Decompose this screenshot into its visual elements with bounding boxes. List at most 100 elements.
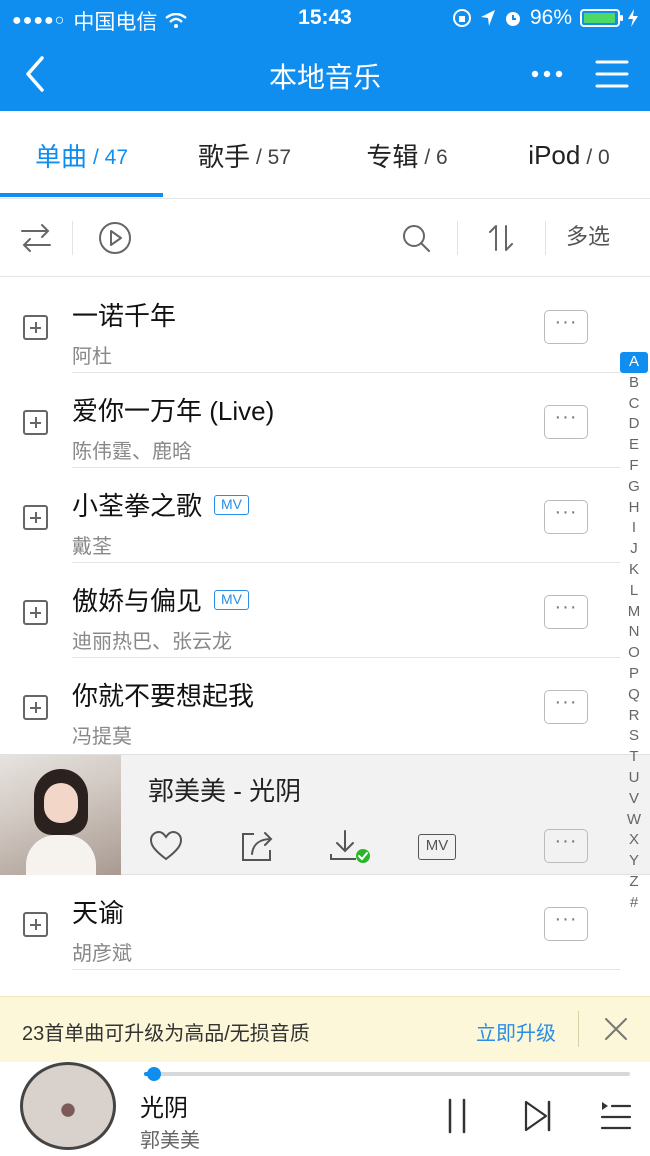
index-letter[interactable]: G — [620, 477, 648, 498]
tab-active-indicator — [0, 193, 163, 197]
download-icon[interactable] — [328, 828, 372, 864]
status-carrier-group: ●●●●○ 中国电信 — [12, 6, 188, 36]
add-icon[interactable] — [23, 410, 48, 435]
tab-singles[interactable]: 单曲/ 47 — [0, 111, 163, 199]
player-album-disc[interactable] — [20, 1062, 116, 1150]
row-divider — [72, 969, 620, 970]
search-icon[interactable] — [396, 218, 436, 258]
song-title-text: 一诺千年 — [72, 301, 177, 331]
index-letter[interactable]: J — [620, 539, 648, 560]
progress-bar[interactable] — [144, 1072, 630, 1076]
category-tabs: 单曲/ 47 歌手/ 57 专辑/ 6 iPod/ 0 — [0, 111, 650, 199]
toolbar-divider — [72, 221, 73, 255]
pause-icon[interactable] — [440, 1096, 476, 1136]
song-row[interactable]: 傲娇与偏见 MV 迪丽热巴、张云龙 ··· — [0, 563, 650, 658]
song-row[interactable]: 爱你一万年 (Live) 陈伟霆、鹿晗 ··· — [0, 373, 650, 468]
index-letter[interactable]: M — [620, 602, 648, 623]
sort-icon[interactable] — [482, 218, 522, 258]
index-letter[interactable]: P — [620, 664, 648, 685]
song-title: 爱你一万年 (Live) — [72, 391, 274, 428]
song-title: 你就不要想起我 — [72, 676, 254, 713]
song-row[interactable]: 你就不要想起我 冯提莫 ··· — [0, 658, 650, 753]
index-letter[interactable]: H — [620, 498, 648, 519]
index-letter[interactable]: Z — [620, 872, 648, 893]
close-icon[interactable] — [600, 1013, 632, 1045]
song-title: 小荃拳之歌 MV — [72, 486, 250, 523]
song-artist: 戴荃 — [72, 536, 112, 558]
tab-albums[interactable]: 专辑/ 6 — [326, 111, 488, 199]
tab-label: 歌手 — [197, 141, 250, 172]
index-letter[interactable]: I — [620, 518, 648, 539]
tab-artists[interactable]: 歌手/ 57 — [163, 111, 326, 199]
index-letter[interactable]: D — [620, 414, 648, 435]
index-letter[interactable]: A — [620, 352, 648, 373]
song-more-button[interactable]: ··· — [544, 907, 588, 941]
add-icon[interactable] — [23, 695, 48, 720]
index-letter[interactable]: N — [620, 622, 648, 643]
song-title-text: 你就不要想起我 — [72, 681, 255, 711]
status-bar: ●●●●○ 中国电信 15:43 96% — [0, 0, 650, 36]
mv-badge[interactable]: MV — [214, 589, 250, 610]
share-icon[interactable] — [240, 828, 276, 864]
song-artist: 冯提莫 — [72, 726, 132, 748]
mini-player[interactable]: 光阴 郭美美 — [0, 1062, 650, 1156]
menu-icon[interactable] — [594, 54, 630, 94]
heart-icon[interactable] — [148, 828, 184, 864]
index-letter[interactable]: L — [620, 581, 648, 602]
toolbar-divider — [545, 221, 546, 255]
index-letter[interactable]: S — [620, 726, 648, 747]
next-icon[interactable] — [520, 1096, 556, 1136]
song-row[interactable]: 一诺千年 阿杜 ··· — [0, 278, 650, 373]
index-letter[interactable]: # — [620, 893, 648, 914]
battery-icon — [580, 9, 623, 27]
song-more-button[interactable]: ··· — [544, 595, 588, 629]
now-playing-row[interactable]: 郭美美 - 光阴 MV ··· — [0, 754, 650, 875]
index-letter[interactable]: E — [620, 435, 648, 456]
index-letter[interactable]: Q — [620, 685, 648, 706]
tab-count: / 47 — [92, 146, 129, 169]
index-letter[interactable]: B — [620, 373, 648, 394]
index-letter[interactable]: C — [620, 394, 648, 415]
mv-badge[interactable]: MV — [214, 494, 250, 515]
more-icon[interactable] — [528, 54, 566, 94]
index-letter[interactable]: R — [620, 706, 648, 727]
index-letter[interactable]: W — [620, 810, 648, 831]
cover-figure-body — [26, 835, 96, 875]
progress-knob[interactable] — [146, 1067, 161, 1081]
back-icon[interactable] — [18, 54, 54, 94]
play-circle-icon[interactable] — [95, 218, 135, 258]
player-song-title: 光阴 — [140, 1095, 188, 1122]
index-letter[interactable]: U — [620, 768, 648, 789]
song-more-button[interactable]: ··· — [544, 405, 588, 439]
tab-ipod[interactable]: iPod/ 0 — [488, 111, 650, 199]
add-icon[interactable] — [23, 315, 48, 340]
song-more-button[interactable]: ··· — [544, 310, 588, 344]
multi-select-button[interactable]: 多选 — [566, 219, 610, 251]
song-row[interactable]: 小荃拳之歌 MV 戴荃 ··· — [0, 468, 650, 563]
now-playing-more-button[interactable]: ··· — [544, 829, 588, 863]
index-letter[interactable]: T — [620, 747, 648, 768]
index-letter[interactable]: V — [620, 789, 648, 810]
index-letter[interactable]: O — [620, 643, 648, 664]
upgrade-now-link[interactable]: 立即升级 — [476, 1017, 556, 1046]
add-icon[interactable] — [23, 505, 48, 530]
index-letter[interactable]: F — [620, 456, 648, 477]
shuffle-icon[interactable] — [16, 218, 56, 258]
song-artist: 阿杜 — [72, 346, 112, 368]
song-row[interactable]: 天谕 胡彦斌 ··· — [0, 875, 650, 970]
index-letter[interactable]: X — [620, 830, 648, 851]
song-more-button[interactable]: ··· — [544, 690, 588, 724]
song-more-button[interactable]: ··· — [544, 500, 588, 534]
song-artist: 陈伟霆、鹿晗 — [72, 441, 192, 463]
index-letter[interactable]: K — [620, 560, 648, 581]
rotation-lock-icon — [452, 9, 471, 27]
upgrade-message: 23首单曲可升级为高品/无损音质 — [22, 1023, 310, 1045]
alphabet-index[interactable]: A B C D E F G H I J K L M N O P Q R S T U V W X Y Z # — [620, 352, 648, 914]
mv-button[interactable]: MV — [418, 834, 456, 860]
playlist-icon[interactable] — [598, 1096, 634, 1136]
index-letter[interactable]: Y — [620, 851, 648, 872]
add-icon[interactable] — [23, 912, 48, 937]
add-icon[interactable] — [23, 600, 48, 625]
song-title: 一诺千年 — [72, 296, 176, 333]
tab-count: / 57 — [255, 146, 292, 169]
